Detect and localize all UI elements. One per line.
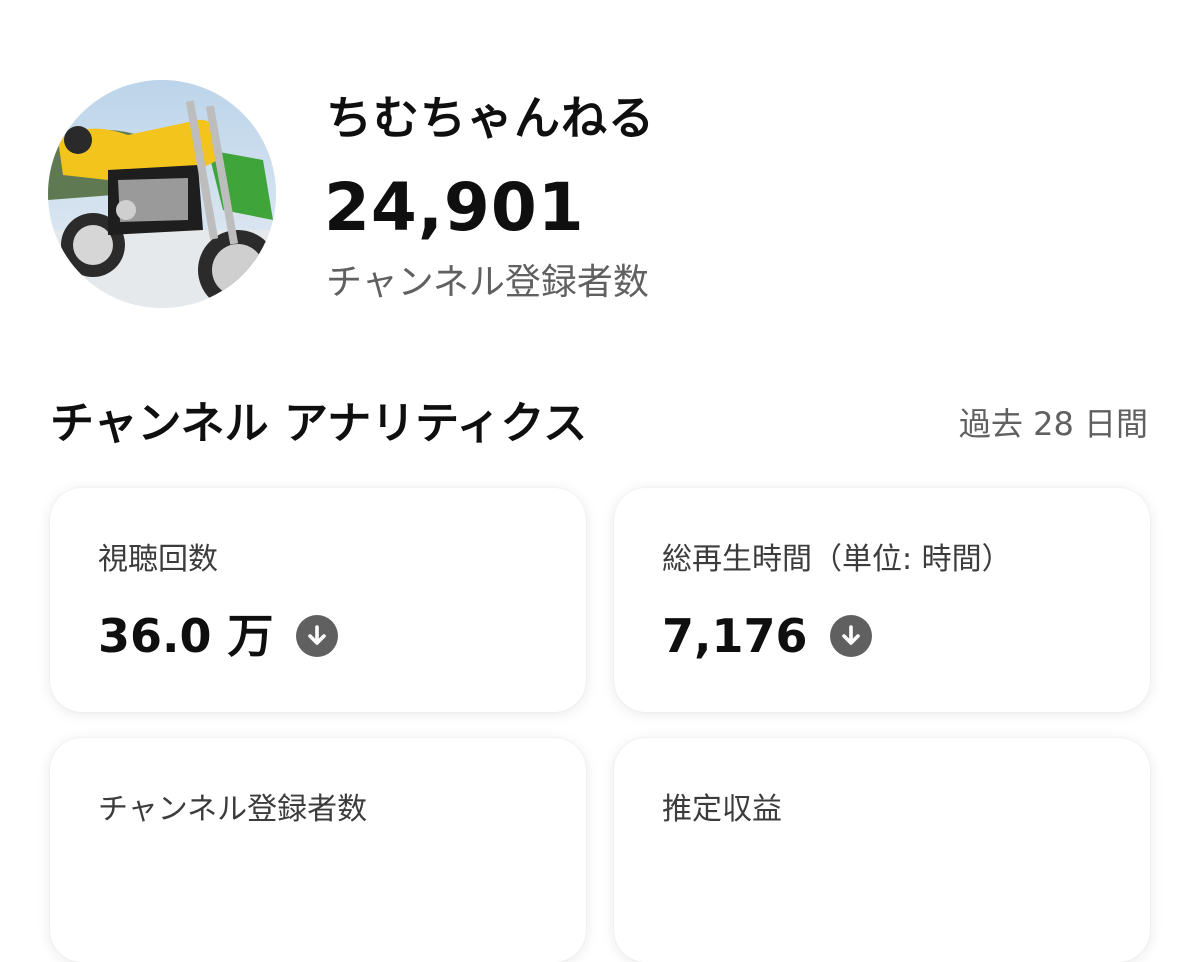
watch-time-value-row: 7,176 [662, 604, 872, 668]
revenue-card[interactable]: 推定収益 [614, 738, 1150, 962]
revenue-card-label: 推定収益 [662, 792, 782, 827]
arrow-down-icon [295, 615, 338, 657]
watch-time-value: 7,176 [662, 609, 808, 663]
motorcycle-avatar-image [48, 80, 276, 308]
subscriber-count-label: チャンネル登録者数 [326, 262, 649, 303]
analytics-period: 過去 28 日間 [958, 405, 1148, 443]
views-value-row: 36.0 万 [98, 604, 338, 668]
watch-time-card[interactable]: 総再生時間（単位: 時間） 7,176 [614, 488, 1150, 712]
subscribers-card[interactable]: チャンネル登録者数 [50, 738, 586, 962]
channel-avatar[interactable] [48, 80, 276, 308]
views-label: 視聴回数 [98, 542, 218, 577]
channel-name: ちむちゃんねる [326, 91, 655, 145]
watch-time-label: 総再生時間（単位: 時間） [662, 542, 1012, 577]
subscriber-count: 24,901 [324, 169, 585, 246]
views-card[interactable]: 視聴回数 36.0 万 [50, 488, 586, 712]
subscribers-card-label: チャンネル登録者数 [98, 792, 368, 827]
analytics-section-title: チャンネル アナリティクス [50, 398, 588, 449]
arrow-down-icon [829, 615, 872, 657]
views-value: 36.0 万 [98, 609, 274, 663]
